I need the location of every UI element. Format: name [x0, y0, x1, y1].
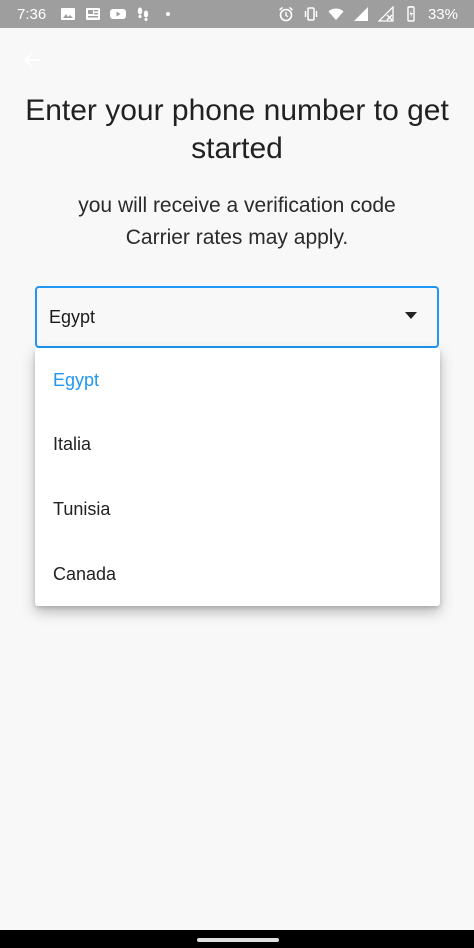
country-option-canada[interactable]: Canada [35, 542, 440, 606]
battery-percent: 33% [427, 5, 458, 23]
wifi-icon [328, 6, 344, 22]
country-option-label: Italia [53, 433, 92, 454]
home-gesture-pill[interactable] [197, 938, 279, 942]
subtitle-line-verification: you will receive a verification code [78, 194, 396, 217]
status-bar: 7:36 33% [0, 0, 474, 28]
back-arrow-icon[interactable] [20, 48, 44, 72]
country-select[interactable]: Egypt [35, 286, 439, 348]
country-option-label: Egypt [53, 369, 100, 390]
image-icon [60, 6, 76, 22]
status-time: 7:36 [17, 5, 47, 23]
country-select-value: Egypt [49, 306, 96, 327]
page-title: Enter your phone number to get started [25, 94, 449, 165]
subtitle: you will receive a verification code Car… [20, 190, 454, 254]
system-icons: 33% [278, 6, 458, 23]
youtube-icon [110, 6, 127, 22]
country-option-egypt[interactable]: Egypt [35, 348, 440, 412]
subtitle-line-carrier: Carrier rates may apply. [125, 226, 349, 249]
country-option-label: Tunisia [53, 498, 111, 519]
alarm-icon [278, 6, 294, 22]
country-dropdown-menu: Egypt Italia Tunisia Canada [35, 348, 440, 606]
signal-icon [353, 6, 369, 22]
country-option-italia[interactable]: Italia [35, 412, 440, 476]
notification-icons [60, 6, 176, 22]
dot-icon [160, 6, 176, 22]
news-icon [85, 6, 101, 22]
battery-icon [403, 6, 419, 22]
no-signal-icon [377, 6, 394, 22]
dropdown-caret-icon [405, 312, 417, 319]
country-option-tunisia[interactable]: Tunisia [35, 477, 440, 541]
country-option-label: Canada [53, 563, 117, 584]
footprints-icon [135, 6, 151, 22]
vibrate-icon [303, 6, 319, 22]
